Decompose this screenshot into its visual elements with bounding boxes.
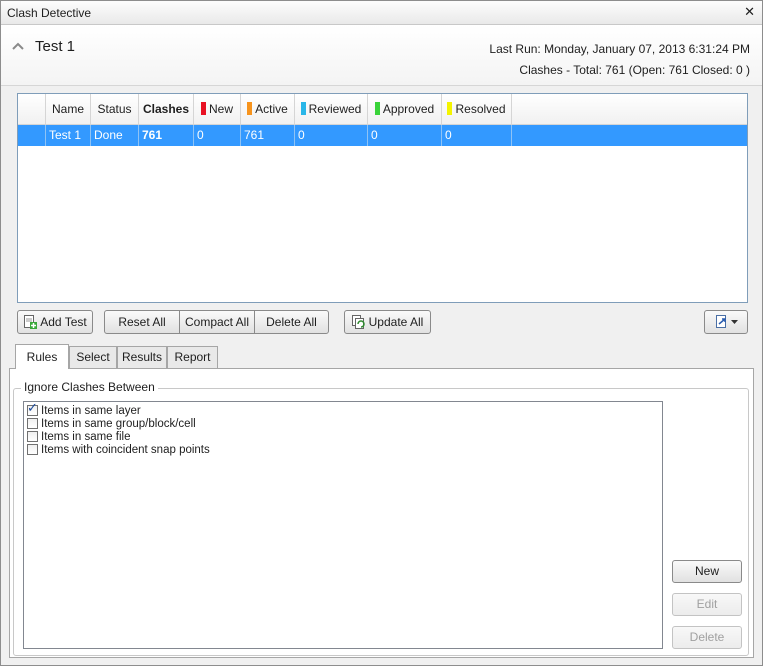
test-header: Test 1 Last Run: Monday, January 07, 201… <box>1 25 762 86</box>
rule-label: Items in same file <box>41 431 131 443</box>
rule-item-same-group[interactable]: Items in same group/block/cell <box>27 418 196 431</box>
checkbox[interactable] <box>27 431 38 442</box>
cell-new: 0 <box>194 125 241 146</box>
export-icon <box>715 315 726 328</box>
cell-active: 761 <box>241 125 295 146</box>
checkbox[interactable] <box>27 418 38 429</box>
column-reviewed-label: Reviewed <box>308 102 362 116</box>
add-test-button[interactable]: Add Test <box>17 310 93 334</box>
reviewed-status-swatch <box>300 102 306 115</box>
column-clashes-label: Clashes <box>142 102 190 116</box>
tab-select[interactable]: Select <box>69 346 117 368</box>
table-row[interactable]: Test 1 Done 761 0 761 0 0 0 <box>18 125 747 146</box>
test-title: Test 1 <box>35 38 76 55</box>
add-test-label: Add Test <box>40 315 87 329</box>
column-active-label: Active <box>255 102 288 116</box>
reset-all-button[interactable]: Reset All <box>104 310 180 334</box>
column-resolved-label: Resolved <box>455 102 506 116</box>
rule-label: Items with coincident snap points <box>41 444 210 456</box>
column-new[interactable]: New <box>194 94 241 124</box>
update-all-icon <box>351 315 365 329</box>
rules-list: ✓ Items in same layer Items in same group… <box>23 401 663 649</box>
column-reviewed[interactable]: Reviewed <box>295 94 368 124</box>
approved-status-swatch <box>374 102 380 115</box>
update-all-label: Update All <box>368 315 424 329</box>
delete-all-button[interactable]: Delete All <box>254 310 329 334</box>
delete-rule-button[interactable]: Delete <box>672 626 742 649</box>
edit-rule-button[interactable]: Edit <box>672 593 742 616</box>
tab-results[interactable]: Results <box>117 346 167 368</box>
export-dropdown-button[interactable] <box>704 310 748 334</box>
ignore-clashes-group: Ignore Clashes Between ✓ Items in same la… <box>13 380 749 656</box>
checkbox-checked[interactable]: ✓ <box>27 401 38 416</box>
dropdown-arrow-icon <box>730 320 738 324</box>
cell-clashes: 761 <box>139 125 194 146</box>
column-name-label: Name <box>51 102 84 116</box>
cell-reviewed: 0 <box>295 125 368 146</box>
rule-item-snap-points[interactable]: Items with coincident snap points <box>27 444 210 457</box>
column-approved[interactable]: Approved <box>368 94 442 124</box>
close-icon[interactable]: ✕ <box>744 4 755 20</box>
cell-name: Test 1 <box>46 125 91 146</box>
window-title: Clash Detective <box>7 6 92 20</box>
resolved-status-swatch <box>447 102 453 115</box>
column-name[interactable]: Name <box>46 94 91 124</box>
column-clashes[interactable]: Clashes <box>139 94 194 124</box>
column-approved-label: Approved <box>382 102 435 116</box>
row-selector[interactable] <box>18 125 46 146</box>
header-row-selector[interactable] <box>18 94 46 124</box>
ignore-clashes-legend: Ignore Clashes Between <box>21 380 158 394</box>
new-rule-button[interactable]: New <box>672 560 742 583</box>
rule-item-same-file[interactable]: Items in same file <box>27 431 130 444</box>
cell-resolved: 0 <box>442 125 512 146</box>
new-status-swatch <box>200 102 206 115</box>
check-icon: ✓ <box>27 400 38 415</box>
column-active[interactable]: Active <box>241 94 295 124</box>
add-test-icon <box>24 315 38 329</box>
column-status-label: Status <box>97 102 132 116</box>
rules-panel: Ignore Clashes Between ✓ Items in same la… <box>9 368 754 658</box>
title-bar: Clash Detective ✕ <box>1 1 762 25</box>
clash-detective-window: Clash Detective ✕ Test 1 Last Run: Monda… <box>0 0 763 666</box>
column-status[interactable]: Status <box>91 94 139 124</box>
column-new-label: New <box>208 102 233 116</box>
rule-item-same-layer[interactable]: ✓ Items in same layer <box>27 401 141 418</box>
grid-header: Name Status Clashes New Active Reviewed … <box>18 94 747 125</box>
active-status-swatch <box>247 102 253 115</box>
rule-label: Items in same group/block/cell <box>41 418 196 430</box>
compact-all-button[interactable]: Compact All <box>179 310 255 334</box>
update-all-button[interactable]: Update All <box>344 310 431 334</box>
tab-rules[interactable]: Rules <box>15 344 69 369</box>
cell-approved: 0 <box>368 125 442 146</box>
cell-status: Done <box>91 125 139 146</box>
chevron-up-icon[interactable] <box>11 39 25 53</box>
checkbox[interactable] <box>27 444 38 455</box>
clashes-summary: Clashes - Total: 761 (Open: 761 Closed: … <box>519 63 750 77</box>
last-run-label: Last Run: Monday, January 07, 2013 6:31:… <box>489 42 750 56</box>
column-resolved[interactable]: Resolved <box>442 94 512 124</box>
rule-label: Items in same layer <box>41 405 141 417</box>
tests-grid: Name Status Clashes New Active Reviewed … <box>17 93 748 303</box>
tab-report[interactable]: Report <box>167 346 218 368</box>
